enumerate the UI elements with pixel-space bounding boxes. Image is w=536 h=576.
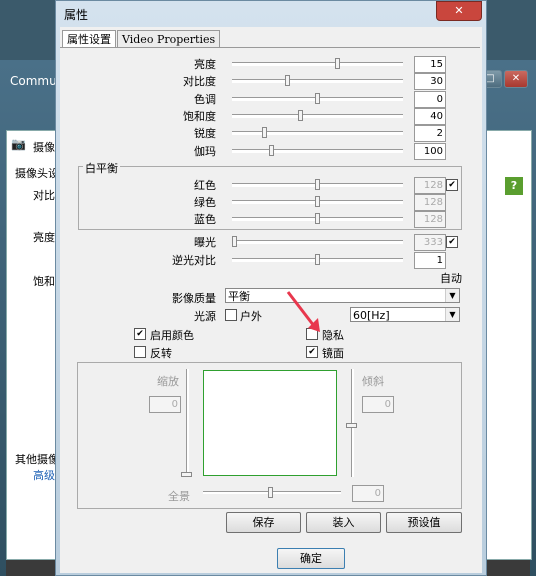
tab-divider — [60, 47, 480, 48]
help-icon[interactable]: ? — [505, 177, 523, 195]
slider-label: 曝光 — [194, 236, 216, 249]
zoom-value[interactable]: 0 — [149, 396, 181, 413]
slider-value[interactable]: 2 — [414, 125, 446, 143]
slider-value[interactable]: 30 — [414, 73, 446, 91]
tilt-value[interactable]: 0 — [362, 396, 394, 413]
slider-label: 色调 — [194, 92, 216, 106]
tab-property-settings[interactable]: 属性设置 — [62, 30, 116, 48]
outdoor-checkbox[interactable] — [225, 309, 237, 321]
slider-track[interactable] — [232, 148, 403, 153]
slider-thumb[interactable] — [269, 144, 274, 156]
slider-value[interactable]: 128 — [414, 177, 446, 194]
tab-video-properties[interactable]: Video Properties — [117, 30, 221, 48]
tilt-slider-thumb[interactable] — [346, 423, 357, 428]
white-balance-auto-checkbox[interactable]: ✔ — [446, 179, 458, 191]
slider-thumb[interactable] — [315, 92, 320, 104]
zoom-label: 缩放 — [157, 375, 179, 388]
slider-label: 锐度 — [194, 127, 216, 141]
pan-label: 全景 — [168, 490, 190, 503]
slider-thumb[interactable] — [232, 236, 237, 247]
bg-label: 其他摄像 — [15, 453, 59, 466]
white-balance-title: 白平衡 — [83, 160, 120, 176]
slider-track[interactable] — [232, 131, 403, 136]
slider-label: 伽玛 — [194, 144, 216, 158]
preview-area[interactable] — [203, 370, 337, 476]
frequency-value: 60[Hz] — [353, 309, 390, 322]
slider-value[interactable]: 0 — [414, 90, 446, 108]
slider-label: 亮度 — [194, 58, 216, 71]
slider-label: 逆光对比 — [172, 254, 216, 267]
outdoor-label: 户外 — [240, 310, 262, 323]
slider-label: 蓝色 — [194, 213, 216, 226]
camera-icon: 📷 — [11, 137, 26, 151]
exposure-auto-checkbox[interactable]: ✔ — [446, 236, 458, 248]
slider-label: 红色 — [194, 179, 216, 192]
annotation-arrow-icon — [286, 291, 320, 332]
bg-label: 饱和 — [33, 275, 55, 288]
chevron-down-icon: ▼ — [445, 289, 459, 302]
close-icon[interactable]: ✕ — [504, 70, 528, 88]
frequency-select[interactable]: 60[Hz] ▼ — [350, 307, 460, 322]
quality-value: 平衡 — [228, 290, 250, 303]
light-source-label: 光源 — [194, 310, 216, 323]
slider-track[interactable] — [232, 113, 403, 118]
slider-thumb[interactable] — [298, 109, 303, 121]
slider-value[interactable]: 15 — [414, 56, 446, 73]
slider-value[interactable]: 128 — [414, 194, 446, 211]
slider-thumb[interactable] — [315, 196, 320, 207]
mirror-label: 镜面 — [322, 347, 344, 360]
slider-track[interactable] — [232, 62, 403, 66]
mirror-checkbox[interactable]: ✔ — [306, 346, 318, 358]
dialog-title: 属性 — [64, 8, 89, 22]
pan-value[interactable]: 0 — [352, 485, 384, 502]
bg-link[interactable]: 高级 — [33, 467, 55, 483]
slider-value[interactable]: 40 — [414, 107, 446, 125]
bg-label: 对比 — [33, 189, 55, 202]
invert-label: 反转 — [150, 347, 172, 360]
slider-thumb[interactable] — [335, 58, 340, 69]
bg-label: 摄像头设 — [15, 167, 59, 180]
quality-select[interactable]: 平衡 ▼ — [225, 288, 460, 303]
chevron-down-icon: ▼ — [445, 308, 459, 321]
zoom-slider-thumb[interactable] — [181, 472, 192, 477]
load-button[interactable]: 装入 — [306, 512, 381, 533]
enable-color-label: 启用颜色 — [150, 329, 194, 342]
slider-label: 饱和度 — [183, 109, 216, 123]
slider-value[interactable]: 1 — [414, 252, 446, 269]
slider-value[interactable]: 128 — [414, 211, 446, 228]
slider-track[interactable] — [232, 240, 403, 244]
dialog-close-button[interactable]: ✕ — [436, 1, 482, 21]
auto-label: 自动 — [440, 272, 462, 285]
zoom-slider-track[interactable] — [186, 369, 189, 477]
slider-thumb[interactable] — [315, 213, 320, 224]
invert-checkbox[interactable] — [134, 346, 146, 358]
slider-label: 对比度 — [183, 75, 216, 89]
slider-thumb[interactable] — [285, 75, 290, 87]
enable-color-checkbox[interactable]: ✔ — [134, 328, 146, 340]
ok-button[interactable]: 确定 — [277, 548, 345, 569]
tilt-label: 倾斜 — [362, 375, 384, 388]
slider-thumb[interactable] — [315, 254, 320, 265]
quality-label: 影像质量 — [172, 292, 216, 305]
privacy-label: 隐私 — [322, 329, 344, 342]
slider-value[interactable]: 100 — [414, 142, 446, 160]
preset-button[interactable]: 预设值 — [386, 512, 462, 533]
slider-thumb[interactable] — [315, 179, 320, 190]
slider-track[interactable] — [232, 79, 403, 84]
slider-thumb[interactable] — [262, 127, 267, 139]
pan-slider-thumb[interactable] — [268, 487, 273, 498]
bg-label: 亮度 — [33, 231, 55, 244]
bg-side-tab[interactable]: 摄像 — [33, 139, 55, 155]
slider-label: 绿色 — [194, 196, 216, 209]
slider-value[interactable]: 333 — [414, 234, 446, 251]
background-window-title: Commu — [10, 74, 57, 88]
save-button[interactable]: 保存 — [226, 512, 301, 533]
